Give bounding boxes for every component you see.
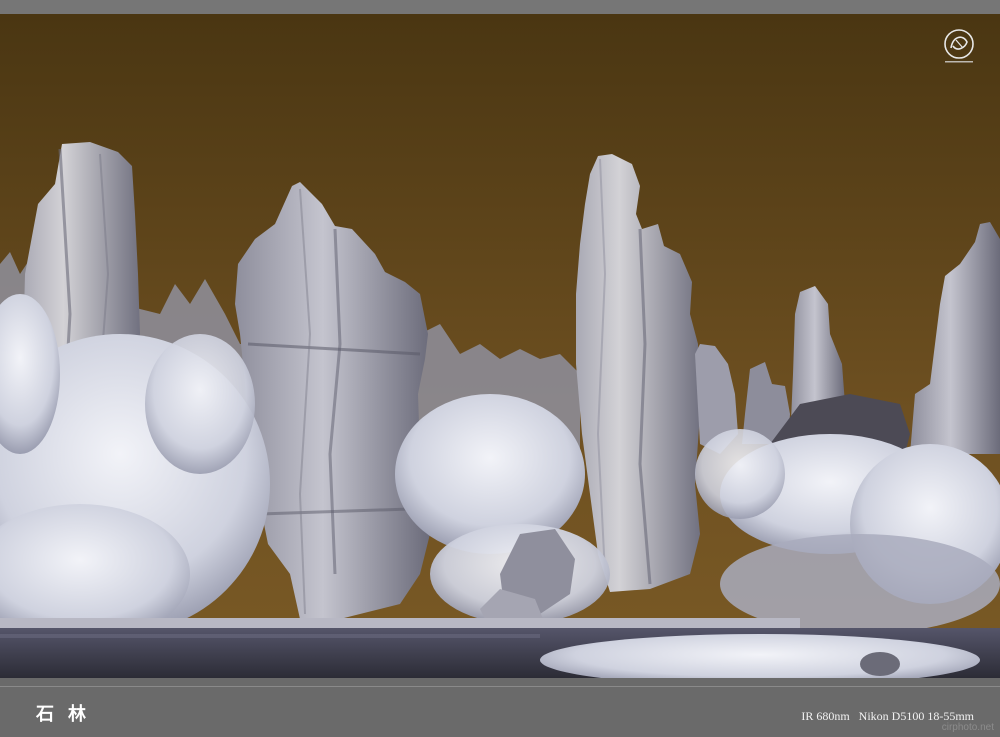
site-watermark: cirphoto.net [941,722,994,733]
caption-divider [0,686,1000,687]
shoreline [0,618,800,628]
landscape-photo [0,14,1000,678]
seal-logo-icon [944,29,974,63]
top-border [0,0,1000,14]
photo-title: 石林 [36,704,100,725]
